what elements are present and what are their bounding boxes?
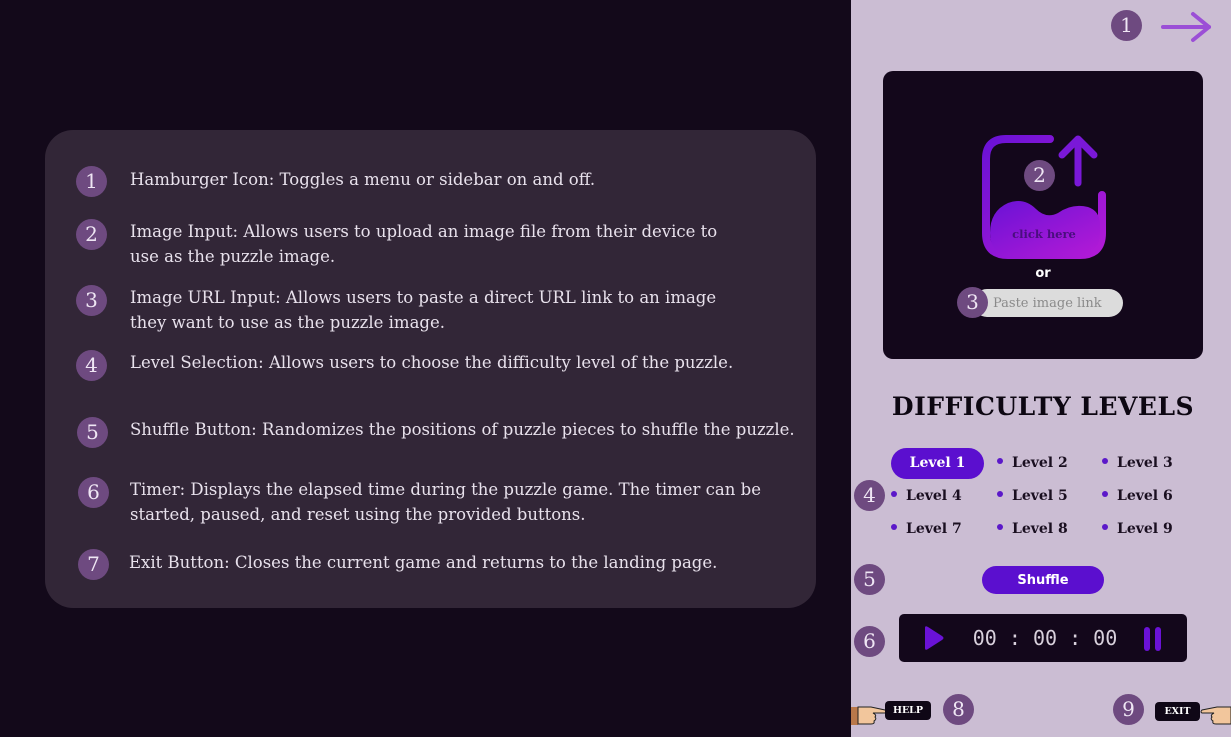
image-url-input[interactable] — [973, 289, 1123, 317]
level-label: Level 6 — [1117, 488, 1173, 504]
info-number-badge: 7 — [78, 549, 109, 580]
help-info-panel: 1 Hamburger Icon: Toggles a menu or side… — [45, 130, 816, 608]
exit-button[interactable]: EXIT — [1155, 702, 1200, 721]
pointing-hand-icon — [1200, 706, 1231, 725]
image-upload-panel: 2 click here or 3 — [883, 71, 1203, 359]
shuffle-button[interactable]: Shuffle — [982, 566, 1104, 594]
info-text: Exit Button: Closes the current game and… — [129, 553, 718, 572]
info-number-badge: 3 — [76, 285, 107, 316]
image-upload-icon — [982, 135, 1106, 259]
marker-badge: 6 — [854, 626, 885, 657]
level-label: Level 9 — [1117, 521, 1173, 537]
arrow-right-icon — [1161, 12, 1211, 42]
marker-badge: 3 — [957, 287, 988, 318]
pause-button[interactable] — [1143, 626, 1163, 652]
marker-badge: 1 — [1111, 10, 1142, 41]
sidebar: 1 2 click here or 3 — [851, 0, 1231, 737]
info-number-badge: 6 — [78, 477, 109, 508]
info-text: Level Selection: Allows users to choose … — [130, 353, 734, 372]
radio-dot-icon — [997, 458, 1003, 464]
or-separator: or — [1035, 266, 1051, 281]
menu-toggle-button[interactable] — [1161, 10, 1215, 44]
level-option-6[interactable]: Level 6 — [1102, 488, 1173, 504]
level-label: Level 2 — [1012, 455, 1068, 471]
info-text: Image URL Input: Allows users to paste a… — [130, 288, 717, 332]
marker-badge: 9 — [1113, 694, 1144, 725]
radio-dot-icon — [1102, 524, 1108, 530]
radio-dot-icon — [997, 524, 1003, 530]
marker-badge: 8 — [943, 694, 974, 725]
level-label: Level 8 — [1012, 521, 1068, 537]
info-number-badge: 1 — [76, 166, 107, 197]
play-icon — [925, 626, 944, 650]
main-area: 1 Hamburger Icon: Toggles a menu or side… — [0, 0, 851, 737]
pointing-hand-icon — [851, 706, 887, 725]
radio-dot-icon — [1102, 491, 1108, 497]
marker-badge: 4 — [854, 480, 885, 511]
radio-dot-icon — [997, 491, 1003, 497]
radio-dot-icon — [891, 524, 897, 530]
level-option-9[interactable]: Level 9 — [1102, 521, 1173, 537]
info-text: Timer: Displays the elapsed time during … — [130, 480, 761, 524]
level-label: Level 5 — [1012, 488, 1068, 504]
info-number-badge: 4 — [76, 350, 107, 381]
upload-click-label: click here — [1012, 227, 1076, 241]
info-number-badge: 5 — [77, 417, 108, 448]
level-label: Level 7 — [906, 521, 962, 537]
info-text: Image Input: Allows users to upload an i… — [130, 222, 718, 266]
info-text: Hamburger Icon: Toggles a menu or sideba… — [130, 170, 596, 189]
level-label: Level 1 — [909, 455, 966, 471]
level-label: Level 4 — [906, 488, 962, 504]
level-option-4[interactable]: Level 4 — [891, 488, 962, 504]
level-option-5[interactable]: Level 5 — [997, 488, 1068, 504]
radio-dot-icon — [891, 491, 897, 497]
level-option-2[interactable]: Level 2 — [997, 455, 1068, 471]
help-button[interactable]: HELP — [885, 701, 931, 720]
info-text: Shuffle Button: Randomizes the positions… — [130, 420, 795, 439]
info-number-badge: 2 — [76, 219, 107, 250]
level-option-3[interactable]: Level 3 — [1102, 455, 1173, 471]
image-upload-button[interactable] — [980, 133, 1108, 261]
level-option-7[interactable]: Level 7 — [891, 521, 962, 537]
timer-display: 00 : 00 : 00 — [972, 626, 1118, 650]
level-option-1[interactable]: Level 1 — [891, 448, 984, 479]
timer: 00 : 00 : 00 — [899, 614, 1187, 662]
level-option-8[interactable]: Level 8 — [997, 521, 1068, 537]
marker-badge: 2 — [1024, 160, 1055, 191]
level-label: Level 3 — [1117, 455, 1173, 471]
play-button[interactable] — [921, 625, 945, 651]
pause-icon — [1144, 627, 1161, 651]
marker-badge: 5 — [854, 564, 885, 595]
radio-dot-icon — [1102, 458, 1108, 464]
difficulty-title: DIFFICULTY LEVELS — [891, 392, 1195, 421]
